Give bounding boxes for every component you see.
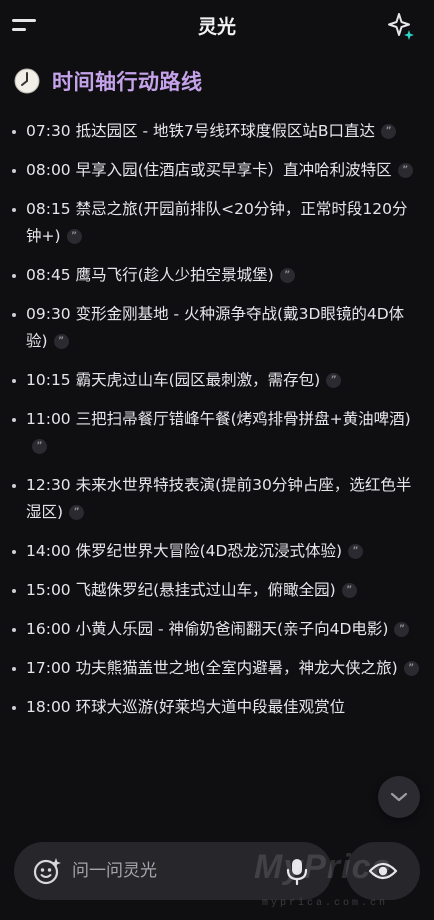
timeline-item: 08:45 鹰马飞行(趁人少拍空景城堡) ” (12, 262, 420, 289)
timeline-item: 17:00 功夫熊猫盖世之地(全室内避暑，神龙大侠之旅) ” (12, 655, 420, 682)
timeline-item: 09:30 变形金刚基地 - 火种源争夺战(戴3D眼镜的4D体验)” (12, 301, 420, 355)
timeline-item-text: 08:00 早享入园(住酒店或买早享卡）直冲哈利波特区 (26, 161, 392, 179)
timeline-item-text: 10:15 霸天虎过山车(园区最刺激，需存包) (26, 371, 321, 389)
section-header: 时间轴行动路线 (0, 58, 434, 104)
quote-icon[interactable]: ” (69, 505, 85, 520)
timeline-item-text: 15:00 飞越侏罗纪(悬挂式过山车，俯瞰全园) (26, 581, 336, 599)
timeline-item-text: 12:30 未来水世界特技表演(提前30分钟占座，选红色半湿区) (26, 476, 412, 521)
chat-input[interactable] (72, 856, 262, 886)
bottom-fade (0, 800, 434, 840)
quote-icon[interactable]: ” (66, 229, 82, 244)
scroll-down-button[interactable] (378, 776, 420, 818)
timeline-item: 12:30 未来水世界特技表演(提前30分钟占座，选红色半湿区)” (12, 472, 420, 526)
sparkle-icon[interactable] (32, 856, 62, 886)
quote-icon[interactable]: ” (348, 544, 363, 559)
menu-icon[interactable] (12, 14, 40, 36)
quote-icon[interactable]: ” (381, 124, 397, 139)
timeline-item-text: 18:00 环球大巡游(好莱坞大道中段最佳观赏位 (26, 698, 346, 716)
timeline-item: 15:00 飞越侏罗纪(悬挂式过山车，俯瞰全园) ” (12, 577, 420, 604)
timeline-list: 07:30 抵达园区 - 地铁7号线环球度假区站B口直达 ” 08:00 早享入园… (0, 104, 434, 721)
watermark-url: myprica.com.cn (262, 898, 389, 909)
sparkle-icon[interactable] (386, 11, 416, 41)
watermark: MyPrice (254, 848, 392, 886)
quote-icon[interactable]: ” (394, 622, 410, 637)
quote-icon[interactable]: ” (403, 661, 419, 676)
quote-icon[interactable]: ” (279, 268, 295, 283)
clock-icon (14, 68, 40, 94)
timeline-item-text: 17:00 功夫熊猫盖世之地(全室内避暑，神龙大侠之旅) (26, 659, 398, 677)
timeline-item-text: 14:00 侏罗纪世界大冒险(4D恐龙沉浸式体验) (26, 542, 342, 560)
top-bar: 灵光 (0, 0, 434, 50)
timeline-item: 08:15 禁忌之旅(开园前排队<20分钟，正常时段120分钟+)” (12, 196, 420, 250)
quote-icon[interactable]: ” (32, 439, 47, 454)
quote-icon[interactable]: ” (341, 583, 357, 598)
timeline-item-text: 08:15 禁忌之旅(开园前排队<20分钟，正常时段120分钟+) (26, 200, 408, 245)
quote-icon[interactable]: ” (326, 373, 342, 388)
timeline-item: 10:15 霸天虎过山车(园区最刺激，需存包) ” (12, 367, 420, 394)
timeline-item-text: 07:30 抵达园区 - 地铁7号线环球度假区站B口直达 (26, 122, 376, 140)
quote-icon[interactable]: ” (397, 163, 413, 178)
chat-content[interactable]: 时间轴行动路线 07:30 抵达园区 - 地铁7号线环球度假区站B口直达 ” 08… (0, 58, 434, 828)
quote-icon[interactable]: ” (53, 334, 69, 349)
timeline-item: 16:00 小黄人乐园 - 神偷奶爸闹翻天(亲子向4D电影) ” (12, 616, 420, 643)
timeline-item: 18:00 环球大巡游(好莱坞大道中段最佳观赏位 (12, 694, 420, 721)
timeline-item: 07:30 抵达园区 - 地铁7号线环球度假区站B口直达 ” (12, 118, 420, 145)
timeline-item-text: 11:00 三把扫帚餐厅错峰午餐(烤鸡排骨拼盘+黄油啤酒) (26, 410, 411, 428)
section-title: 时间轴行动路线 (52, 70, 203, 94)
timeline-item: 14:00 侏罗纪世界大冒险(4D恐龙沉浸式体验) ” (12, 538, 420, 565)
timeline-item: 11:00 三把扫帚餐厅错峰午餐(烤鸡排骨拼盘+黄油啤酒) ” (12, 406, 420, 460)
timeline-item-text: 08:45 鹰马飞行(趁人少拍空景城堡) (26, 266, 274, 284)
timeline-item: 08:00 早享入园(住酒店或买早享卡）直冲哈利波特区 ” (12, 157, 420, 184)
timeline-item-text: 16:00 小黄人乐园 - 神偷奶爸闹翻天(亲子向4D电影) (26, 620, 389, 638)
timeline-item-text: 09:30 变形金刚基地 - 火种源争夺战(戴3D眼镜的4D体验) (26, 305, 405, 350)
app-title: 灵光 (197, 15, 236, 38)
chevron-down-icon (390, 792, 408, 802)
